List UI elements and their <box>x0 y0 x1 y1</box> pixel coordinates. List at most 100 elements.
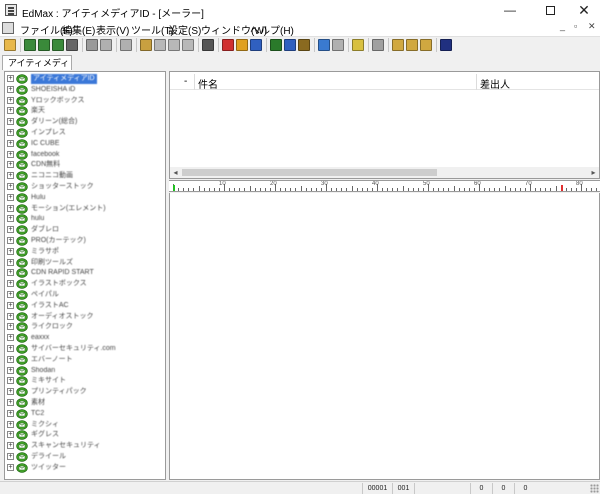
scroll-left-arrow[interactable]: ◂ <box>170 167 181 178</box>
flag-diamond-icon[interactable] <box>236 39 248 51</box>
tree-expander[interactable]: + <box>7 463 14 471</box>
mdi-document-icon[interactable] <box>2 22 14 34</box>
scroll-thumb[interactable] <box>182 169 437 176</box>
tree-expander[interactable]: + <box>7 366 14 374</box>
column-header-mark[interactable]: - <box>184 76 187 87</box>
tree-expander[interactable]: + <box>7 204 14 212</box>
tree-expander[interactable]: + <box>7 269 14 277</box>
tree-item[interactable]: + ダブレロ <box>5 225 165 235</box>
tree-item[interactable]: + ライクロック <box>5 322 165 333</box>
tree-expander[interactable]: + <box>7 75 14 82</box>
layout-1-icon[interactable] <box>392 39 404 51</box>
mdi-restore-button[interactable]: ▫ <box>574 21 577 31</box>
note-icon[interactable] <box>352 39 364 51</box>
tree-expander[interactable]: + <box>7 388 14 396</box>
mark-red-icon[interactable] <box>222 39 234 51</box>
tree-expander[interactable]: + <box>7 345 14 352</box>
tree-expander[interactable]: + <box>7 139 14 147</box>
menu-help[interactable]: ヘルプ(H) <box>250 22 294 37</box>
tree-expander[interactable]: + <box>7 247 14 255</box>
tree-item[interactable]: + エバーノート <box>5 355 165 365</box>
tools-icon[interactable] <box>298 39 310 51</box>
tree-item[interactable]: + イラストAC <box>5 301 165 311</box>
maximize-button[interactable] <box>532 0 568 20</box>
tree-item[interactable]: + ミラサポ <box>5 247 165 257</box>
tree-expander[interactable]: + <box>7 172 14 180</box>
filter-icon[interactable] <box>284 39 296 51</box>
tree-item[interactable]: + Shodan <box>5 365 165 376</box>
folder-tree[interactable]: + アイティメディアID + SHOEISHA iD + Yロックボックス + 楽天 + ダリーン… <box>4 71 166 480</box>
tree-expander[interactable]: + <box>7 85 14 93</box>
tree-expander[interactable]: + <box>7 312 14 320</box>
tree-item[interactable]: + Yロックボックス <box>5 95 165 106</box>
tree-expander[interactable]: + <box>7 183 14 190</box>
tree-expander[interactable]: + <box>7 355 14 363</box>
tree-expander[interactable]: + <box>7 118 14 126</box>
column-header-sender[interactable]: 差出人 <box>480 76 510 91</box>
tree-expander[interactable]: + <box>7 399 14 406</box>
tree-expander[interactable]: + <box>7 323 14 331</box>
tree-expander[interactable]: + <box>7 334 14 342</box>
tree-expander[interactable]: + <box>7 161 14 169</box>
menu-view[interactable]: 表示(V) <box>96 22 129 37</box>
mark-blue-icon[interactable] <box>250 39 262 51</box>
tree-item[interactable]: + ミクシィ <box>5 419 165 430</box>
tree-item[interactable]: + ミキサイト <box>5 376 165 387</box>
close-button[interactable]: ✕ <box>566 0 600 20</box>
tree-expander[interactable]: + <box>7 442 14 450</box>
tree-item[interactable]: + TC2 <box>5 409 165 419</box>
mdi-close-button[interactable]: ✕ <box>588 21 596 32</box>
scroll-right-arrow[interactable]: ▸ <box>588 167 599 178</box>
mailbox-stop-icon[interactable] <box>66 39 78 51</box>
mailbox-receive-all-icon[interactable] <box>38 39 50 51</box>
resize-grip[interactable] <box>590 484 599 493</box>
tree-item[interactable]: + ペイパル <box>5 290 165 300</box>
tree-expander[interactable]: + <box>7 107 14 115</box>
mailbox-send-icon[interactable] <box>52 39 64 51</box>
edmax-app-icon[interactable] <box>5 4 17 16</box>
tree-expander[interactable]: + <box>7 431 14 439</box>
tree-expander[interactable]: + <box>7 258 14 266</box>
arrow-right-icon[interactable] <box>332 39 344 51</box>
reply-icon[interactable] <box>154 39 166 51</box>
tree-expander[interactable]: + <box>7 150 14 158</box>
tree-item[interactable]: + デライール <box>5 452 165 462</box>
mailbox-receive-icon[interactable] <box>24 39 36 51</box>
tree-item[interactable]: + CDN無料 <box>5 160 165 171</box>
tree-item[interactable]: + オーディオストック <box>5 311 165 322</box>
tree-item[interactable]: + ニコニコ動画 <box>5 171 165 181</box>
tree-item[interactable]: + eaxxx <box>5 333 165 343</box>
tree-item[interactable]: + 素材 <box>5 398 165 408</box>
mail-list[interactable]: - 件名 差出人 ◂ ▸ <box>169 71 600 179</box>
tree-item[interactable]: + ショッターストック <box>5 182 165 192</box>
tree-item[interactable]: + スキャンセキュリティ <box>5 441 165 451</box>
tree-expander[interactable]: + <box>7 420 14 428</box>
tree-expander[interactable]: + <box>7 301 14 309</box>
folder-open-icon[interactable] <box>4 39 16 51</box>
tree-item[interactable]: + インプレス <box>5 128 165 138</box>
tree-expander[interactable]: + <box>7 377 14 385</box>
message-preview-pane[interactable] <box>169 193 600 480</box>
tree-item[interactable]: + IC CUBE <box>5 139 165 149</box>
tree-item[interactable]: + サイバーセキュリティ.com <box>5 344 165 354</box>
tree-item[interactable]: + ツイッター <box>5 463 165 473</box>
help-icon[interactable] <box>440 39 452 51</box>
layout-2-icon[interactable] <box>406 39 418 51</box>
menu-settings[interactable]: 設定(S) <box>168 22 201 37</box>
tree-item[interactable]: + Hulu <box>5 193 165 203</box>
horizontal-scrollbar[interactable]: ◂ ▸ <box>170 167 599 178</box>
tree-item[interactable]: + モーション(エレメント) <box>5 203 165 214</box>
tree-expander[interactable]: + <box>7 453 14 460</box>
disabled-reply-icon[interactable] <box>120 39 132 51</box>
column-header-subject[interactable]: 件名 <box>198 76 218 91</box>
minimize-button[interactable]: — <box>492 0 528 20</box>
tree-item[interactable]: + CDN RAPID START <box>5 268 165 279</box>
tree-expander[interactable]: + <box>7 226 14 234</box>
tab-account[interactable]: アイティメディアID <box>2 55 72 82</box>
disabled-circle-icon[interactable] <box>86 39 98 51</box>
tree-item[interactable]: + イラストボックス <box>5 279 165 289</box>
disabled-print-icon[interactable] <box>100 39 112 51</box>
tree-item[interactable]: + アイティメディアID <box>5 74 165 84</box>
tree-expander[interactable]: + <box>7 215 14 223</box>
tree-expander[interactable]: + <box>7 96 14 104</box>
